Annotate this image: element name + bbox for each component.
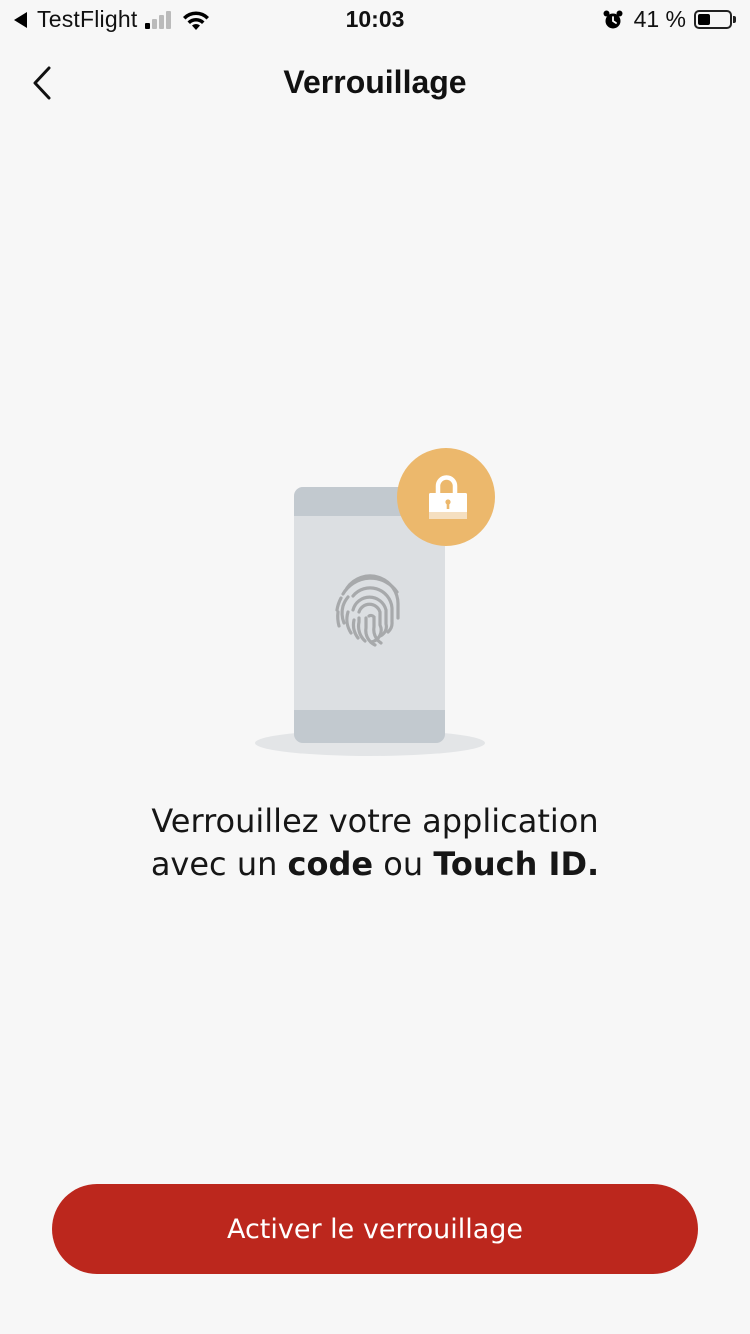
- lock-illustration: [255, 448, 495, 756]
- activate-lock-button[interactable]: Activer le verrouillage: [52, 1184, 698, 1274]
- status-right: 41 %: [602, 6, 736, 33]
- page-title: Verrouillage: [283, 64, 467, 100]
- description-text: Verrouillez votre application avec un co…: [0, 800, 750, 886]
- alarm-clock-icon: [603, 10, 623, 28]
- battery-tip: [733, 16, 736, 23]
- padlock-badge: [397, 448, 495, 546]
- battery-percent: 41 %: [633, 6, 686, 32]
- screen: TestFlight 10:03 41 % Verrouillage Verro…: [0, 0, 750, 1334]
- battery-icon: [694, 10, 732, 29]
- line2-middle: ou: [373, 845, 434, 883]
- battery-fill: [698, 14, 711, 25]
- line2-prefix: avec un: [150, 845, 288, 883]
- description-line-1: Verrouillez votre application: [151, 802, 599, 840]
- touch-id-emphasis: Touch ID.: [433, 845, 600, 883]
- code-emphasis: code: [287, 845, 374, 883]
- description-line-2: avec un code ou Touch ID.: [0, 843, 750, 886]
- status-bar: TestFlight 10:03 41 %: [0, 0, 750, 40]
